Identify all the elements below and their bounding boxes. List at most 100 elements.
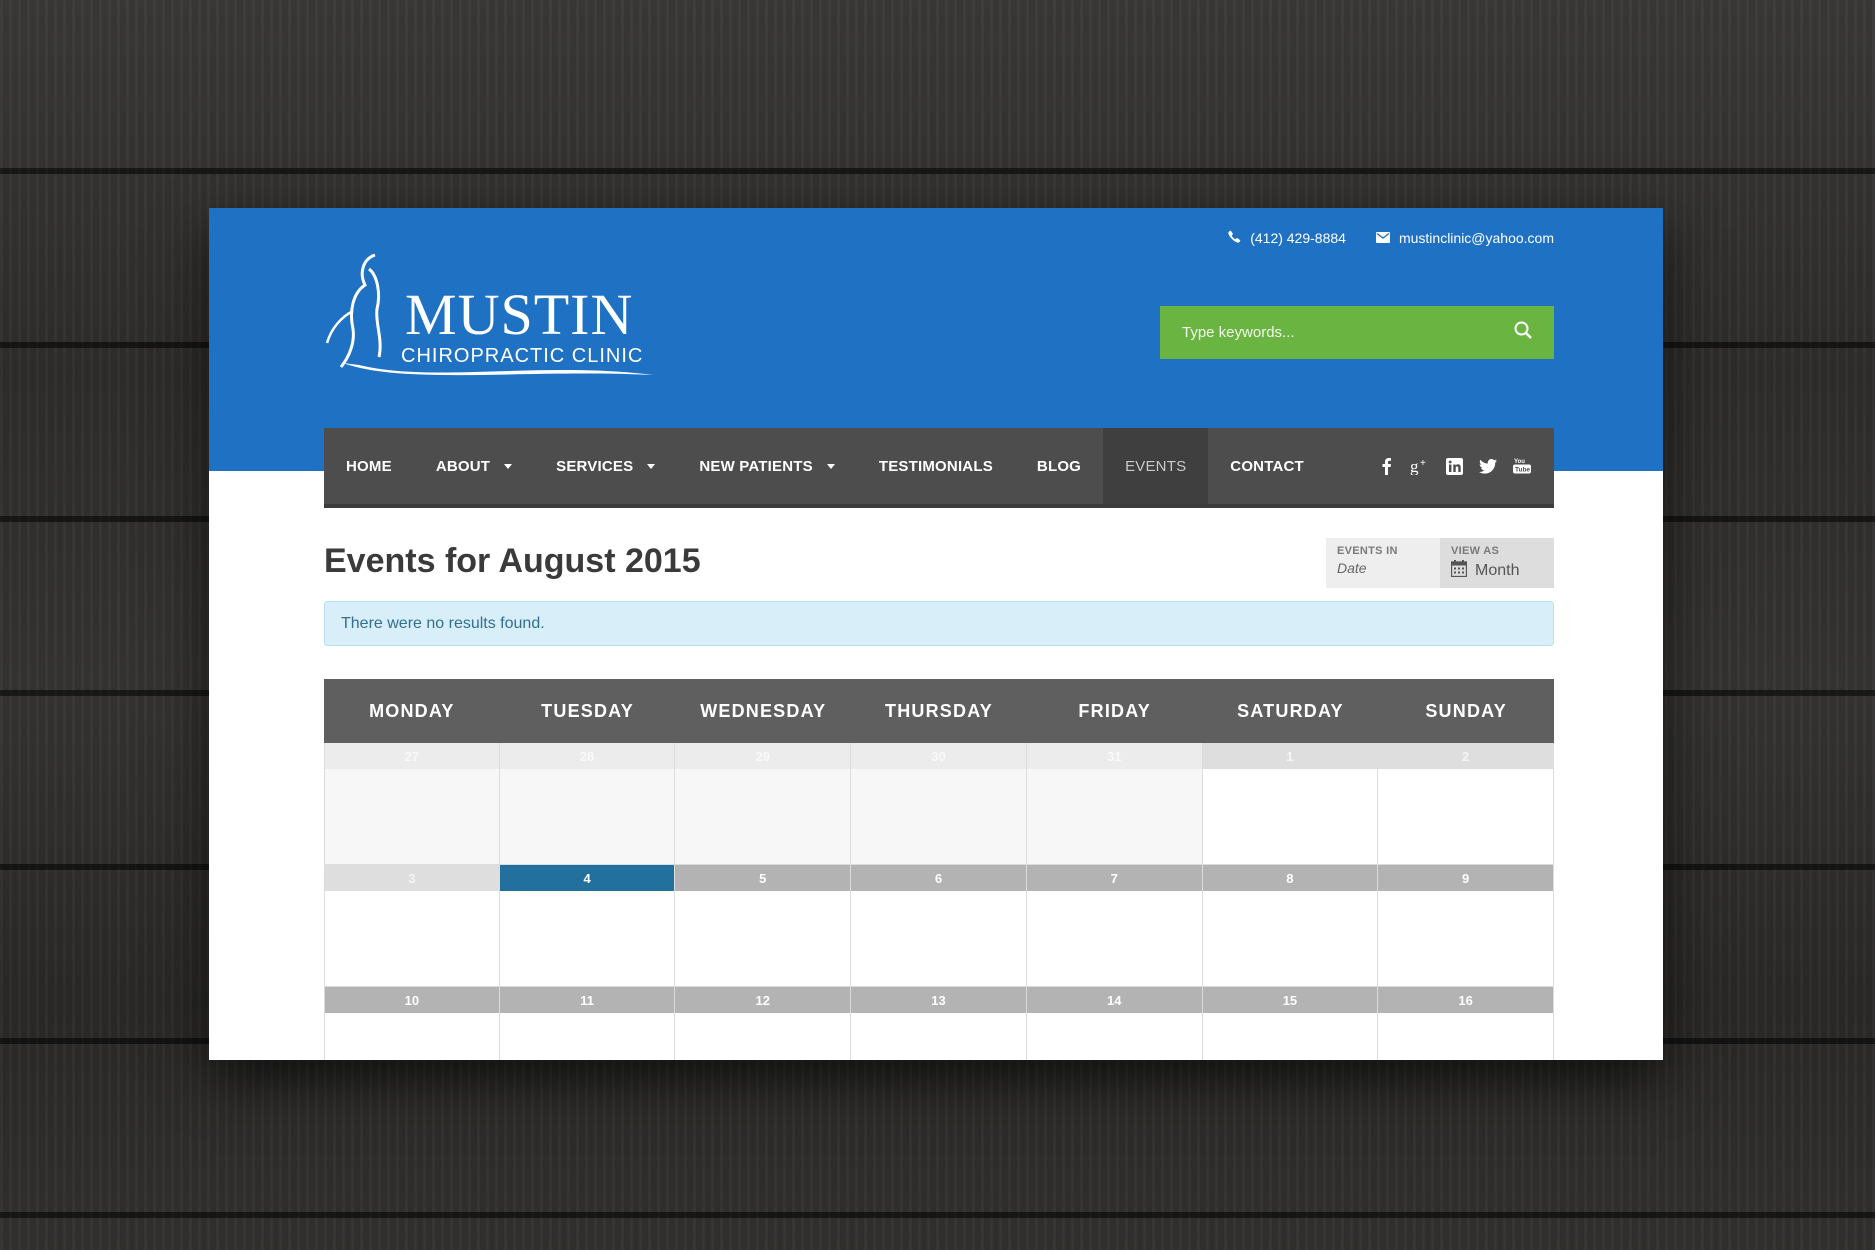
nav-item-services[interactable]: SERVICES: [534, 428, 677, 504]
day-number: 15: [1202, 987, 1378, 1013]
calendar-day[interactable]: 5: [675, 865, 852, 987]
email-address: mustinclinic@yahoo.com: [1398, 230, 1554, 246]
caret-down-icon: [504, 463, 513, 469]
month-calendar: MONDAY TUESDAY WEDNESDAY THURSDAY FRIDAY…: [324, 679, 1554, 1060]
svg-text:g: g: [1410, 457, 1419, 475]
calendar-day[interactable]: 7: [1026, 865, 1203, 987]
nav-label: NEW PATIENTS: [699, 457, 813, 475]
day-number: 11: [499, 987, 675, 1013]
day-number: 1: [1202, 743, 1378, 769]
nav-label: HOME: [346, 457, 392, 475]
calendar-day[interactable]: 1: [1202, 743, 1379, 865]
search-input[interactable]: [1182, 324, 1514, 341]
facebook-icon[interactable]: [1376, 456, 1396, 476]
svg-text:You: You: [1514, 459, 1525, 465]
calendar-day[interactable]: 29: [675, 743, 852, 865]
calendar-day[interactable]: 10: [324, 987, 500, 1060]
contact-bar: (412) 429-8884 mustinclinic@yahoo.com: [1228, 230, 1554, 246]
google-plus-icon[interactable]: g +: [1410, 456, 1430, 476]
social-links: g + You Tube: [1376, 428, 1554, 504]
page-title: Events for August 2015: [324, 542, 701, 580]
nav-label: ABOUT: [435, 457, 491, 475]
calendar-day[interactable]: 27: [324, 743, 500, 865]
calendar-day[interactable]: 2: [1378, 743, 1554, 865]
phone-number: (412) 429-8884: [1250, 230, 1346, 246]
email-contact[interactable]: mustinclinic@yahoo.com: [1375, 230, 1554, 246]
main-nav: HOME ABOUT SERVICES NEW PATIENTS TESTIMO…: [324, 428, 1554, 508]
phone-contact[interactable]: (412) 429-8884: [1228, 230, 1346, 246]
calendar-day[interactable]: 9: [1378, 865, 1554, 987]
calendar-day[interactable]: 3: [324, 865, 500, 987]
calendar-day[interactable]: 14: [1026, 987, 1203, 1060]
events-in-label: EVENTS IN: [1337, 545, 1398, 557]
weekday-label: TUESDAY: [541, 700, 634, 721]
phone-icon: [1228, 230, 1241, 246]
logo-tagline: CHIROPRACTIC CLINIC: [401, 345, 644, 367]
weekday-header: MONDAY TUESDAY WEDNESDAY THURSDAY FRIDAY…: [324, 679, 1554, 743]
weekday-label: SUNDAY: [1425, 700, 1507, 721]
svg-text:Tube: Tube: [1515, 467, 1530, 474]
logo-name: MUSTIN: [405, 282, 634, 347]
day-number: 12: [675, 987, 851, 1013]
calendar-day[interactable]: 31: [1026, 743, 1203, 865]
search-icon[interactable]: [1514, 321, 1532, 344]
calendar-day[interactable]: 6: [851, 865, 1027, 987]
envelope-icon: [1375, 230, 1390, 246]
day-number: 14: [1026, 987, 1202, 1013]
day-number: 9: [1378, 865, 1553, 891]
calendar-week: 3456789: [324, 865, 1554, 987]
nav-item-home[interactable]: HOME: [324, 428, 414, 504]
nav-label: CONTACT: [1230, 457, 1304, 475]
linkedin-icon[interactable]: [1444, 456, 1464, 476]
calendar-day[interactable]: 30: [851, 743, 1027, 865]
calendar-day[interactable]: 13: [851, 987, 1027, 1060]
day-number: 4: [499, 865, 675, 891]
youtube-icon[interactable]: You Tube: [1512, 456, 1532, 476]
view-as-value: Month: [1475, 562, 1520, 579]
day-number: 3: [325, 865, 499, 891]
calendar-day[interactable]: 11: [499, 987, 676, 1060]
no-results-notice: There were no results found.: [324, 601, 1554, 646]
calendar-day[interactable]: 8: [1202, 865, 1379, 987]
day-number: 2: [1378, 743, 1553, 769]
weekday-label: FRIDAY: [1078, 700, 1151, 721]
website-window: (412) 429-8884 mustinclinic@yahoo.com MU…: [209, 208, 1663, 1060]
nav-item-about[interactable]: ABOUT: [414, 428, 534, 504]
nav-item-events[interactable]: EVENTS: [1103, 428, 1209, 504]
day-number: 10: [325, 987, 499, 1013]
caret-down-icon: [647, 463, 656, 469]
caret-down-icon: [826, 463, 835, 469]
calendar-day-today[interactable]: 4: [499, 865, 676, 987]
day-number: 7: [1026, 865, 1202, 891]
day-number: 28: [499, 743, 675, 769]
day-number: 5: [675, 865, 851, 891]
day-number: 13: [851, 987, 1026, 1013]
calendar-body: 27 28 29 30 31 1 2 3 4 5 6 7 8 9 10 11 12 13 14 15 16: [324, 743, 1554, 1060]
weekday-label: WEDNESDAY: [700, 700, 827, 721]
nav-label: TESTIMONIALS: [878, 457, 993, 475]
calendar-icon: [1450, 560, 1468, 582]
nav-item-contact[interactable]: CONTACT: [1208, 428, 1326, 504]
calendar-day[interactable]: 15: [1202, 987, 1379, 1060]
nav-label: EVENTS: [1125, 457, 1187, 475]
calendar-week: 10 11 12 13 14 15 16: [324, 987, 1554, 1060]
nav-label: SERVICES: [556, 457, 634, 475]
weekday-label: SATURDAY: [1237, 700, 1344, 721]
search-bar: [1160, 306, 1554, 359]
calendar-day[interactable]: 28: [499, 743, 676, 865]
nav-item-blog[interactable]: BLOG: [1015, 428, 1103, 504]
twitter-icon[interactable]: [1478, 456, 1498, 476]
site-logo[interactable]: MUSTIN CHIROPRACTIC CLINIC: [323, 253, 658, 388]
weekday-label: MONDAY: [369, 700, 455, 721]
calendar-day[interactable]: 12: [675, 987, 852, 1060]
nav-item-new-patients[interactable]: NEW PATIENTS: [677, 428, 857, 504]
view-as-selector[interactable]: VIEW AS Month: [1440, 538, 1554, 588]
calendar-day[interactable]: 16: [1378, 987, 1554, 1060]
day-number: 31: [1026, 743, 1202, 769]
day-number: 8: [1202, 865, 1378, 891]
nav-item-testimonials[interactable]: TESTIMONIALS: [857, 428, 1015, 504]
calendar-week: 27 28 29 30 31 1 2: [324, 743, 1554, 865]
day-number: 30: [851, 743, 1026, 769]
events-in-date-picker[interactable]: EVENTS IN Date: [1326, 538, 1440, 588]
nav-label: BLOG: [1036, 457, 1082, 475]
